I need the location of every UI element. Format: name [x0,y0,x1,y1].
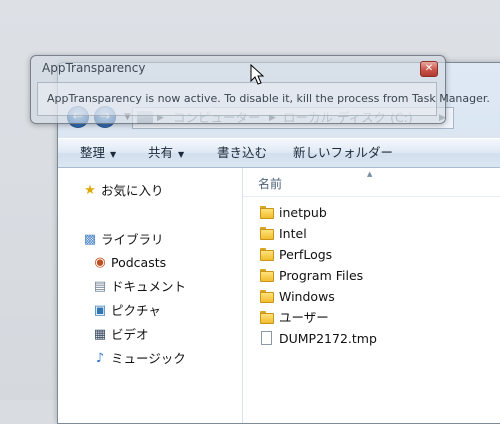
folder-icon [260,206,274,219]
nav-item-label: Podcasts [111,255,167,270]
burn-button[interactable]: 書き込む [217,139,267,167]
header-divider [243,196,500,197]
close-icon[interactable]: ✕ [420,61,438,77]
file-name: Intel [279,226,307,241]
chevron-down-icon: ▼ [178,150,185,159]
new-folder-button[interactable]: 新しいフォルダー [293,139,393,167]
podcast-icon: ◉ [94,255,106,270]
nav-item-label: ライブラリ [101,232,164,247]
nav-item-label: ビデオ [111,327,149,342]
dialog-body: AppTransparency is now active. To disabl… [37,82,490,116]
folder-icon [260,311,274,324]
document-icon: ▤ [93,279,107,294]
nav-item-label: ドキュメント [111,279,187,294]
apptransparency-dialog[interactable]: AppTransparency ✕ AppTransparency is now… [30,55,490,124]
nav-item-label: ピクチャ [111,303,161,318]
share-button[interactable]: 共有 ▼ [148,139,184,167]
dialog-message: AppTransparency is now active. To disabl… [47,92,490,105]
document-file-icon [261,331,272,345]
file-name: Windows [279,289,335,304]
chevron-down-icon: ▼ [110,150,117,159]
file-name: ユーザー [279,310,329,325]
column-header-name[interactable]: 名前 [258,175,282,192]
library-icon: ▩ [83,232,97,247]
share-label: 共有 [148,145,174,160]
folder-icon [260,227,274,240]
folder-icon [260,269,274,282]
organize-button[interactable]: 整理 ▼ [80,139,116,167]
file-name: Program Files [279,268,364,283]
file-name: PerfLogs [279,247,333,262]
file-name: DUMP2172.tmp [279,331,377,346]
file-name: inetpub [279,205,327,220]
file-list: ▲ 名前 inetpub Intel PerfLogs Program File… [243,168,500,423]
nav-item-label: お気に入り [101,183,164,198]
command-bar: 整理 ▼ 共有 ▼ 書き込む 新しいフォルダー [58,138,500,168]
navigation-pane: ★ お気に入り ▩ ライブラリ ◉ Podcasts ▤ ドキュメント ▣ ピク… [58,168,243,423]
folder-icon [260,290,274,303]
nav-item-label: ミュージック [111,351,186,366]
music-note-icon: ♪ [95,351,105,366]
sort-ascending-icon: ▲ [367,170,373,178]
dialog-title: AppTransparency [42,61,146,75]
organize-label: 整理 [80,145,106,160]
picture-icon: ▣ [93,303,107,318]
folder-icon [260,248,274,261]
star-icon: ★ [84,183,96,198]
main-pane: ★ お気に入り ▩ ライブラリ ◉ Podcasts ▤ ドキュメント ▣ ピク… [58,168,500,423]
mouse-cursor-icon [250,64,265,85]
video-icon: ▦ [93,327,107,342]
